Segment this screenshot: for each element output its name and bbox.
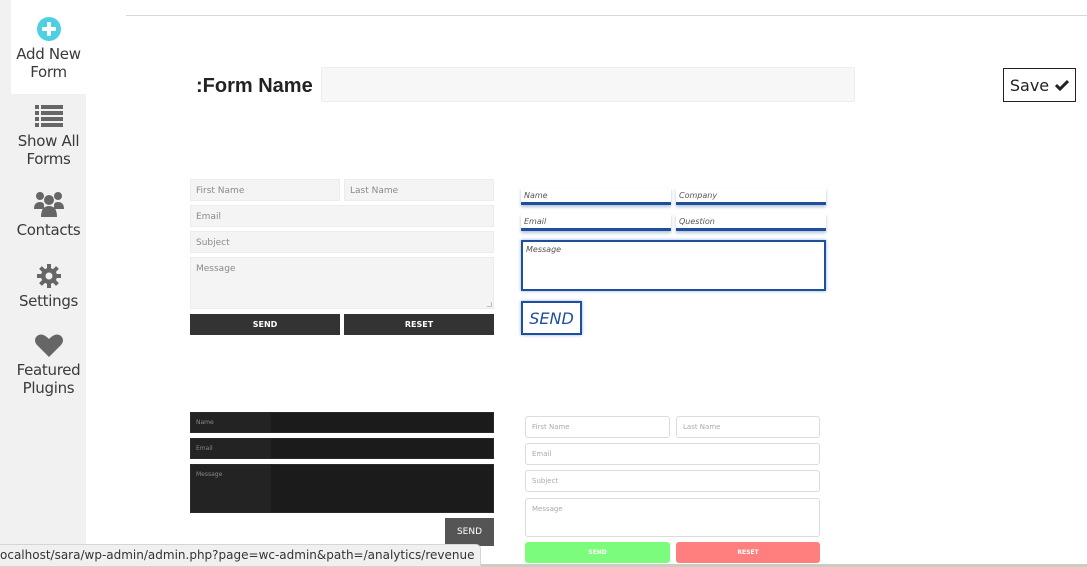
sidebar-item-label: Contacts (16, 221, 81, 239)
email-field[interactable]: Email (190, 438, 494, 459)
sidebar-item-featured-plugins[interactable]: Featured Plugins (11, 333, 86, 397)
save-label: Save (1009, 75, 1050, 95)
email-field[interactable]: Email (521, 214, 671, 231)
name-field[interactable]: Name (190, 412, 494, 433)
sidebar-item-label: Featured Plugins (16, 361, 81, 397)
list-icon (34, 105, 63, 127)
question-field[interactable]: Question (676, 214, 826, 231)
status-bar-url: ocalhost/sara/wp-admin/admin.php?page=wc… (0, 544, 482, 567)
send-button[interactable]: SEND (445, 518, 494, 546)
message-field[interactable]: Message (525, 498, 820, 537)
sidebar-item-label: Settings (18, 292, 79, 310)
email-field[interactable]: Email (525, 443, 820, 465)
message-label: Message (191, 465, 271, 512)
sidebar-item-label: Show All Forms (17, 132, 80, 168)
sidebar-item-show-all-forms[interactable]: Show All Forms (11, 104, 86, 168)
message-placeholder: Message (526, 245, 562, 254)
resize-handle[interactable] (487, 302, 492, 307)
subject-field[interactable]: Subject (525, 470, 820, 492)
company-field[interactable]: Company (676, 188, 826, 205)
save-button[interactable]: Save (1003, 68, 1076, 102)
form-name-input[interactable] (321, 67, 855, 102)
reset-button[interactable]: RESET (676, 542, 820, 563)
send-button[interactable]: SEND (521, 301, 582, 335)
last-name-field[interactable]: Last Name (344, 179, 494, 201)
email-label: Email (191, 439, 271, 458)
sidebar-item-contacts[interactable]: Contacts (11, 191, 86, 239)
send-button[interactable]: SEND (190, 314, 340, 335)
sidebar-item-label: Add New Form (16, 45, 81, 81)
check-icon (1055, 79, 1070, 91)
users-icon (33, 192, 64, 217)
heart-icon (34, 334, 63, 357)
gear-icon (36, 264, 61, 288)
form-name-label: :Form Name (196, 75, 313, 97)
sidebar-item-add-new-form[interactable]: Add New Form (11, 0, 86, 94)
message-field[interactable]: Message (521, 240, 826, 291)
message-placeholder: Message (196, 264, 236, 274)
plus-circle-icon (36, 17, 61, 41)
message-field[interactable]: Message (190, 257, 494, 309)
name-label: Name (191, 413, 271, 432)
send-button[interactable]: SEND (525, 542, 670, 563)
subject-field[interactable]: Subject (190, 231, 494, 253)
last-name-field[interactable]: Last Name (676, 416, 820, 438)
message-placeholder: Message (532, 505, 563, 513)
name-field[interactable]: Name (521, 188, 671, 205)
first-name-field[interactable]: First Name (525, 416, 670, 438)
sidebar: Add New Form Show All Forms Contacts Set… (0, 0, 86, 567)
first-name-field[interactable]: First Name (190, 179, 340, 201)
reset-button[interactable]: RESET (344, 314, 494, 335)
email-field[interactable]: Email (190, 205, 494, 227)
message-field[interactable]: Message (190, 464, 494, 513)
divider (126, 15, 1087, 16)
sidebar-item-settings[interactable]: Settings (11, 264, 86, 310)
